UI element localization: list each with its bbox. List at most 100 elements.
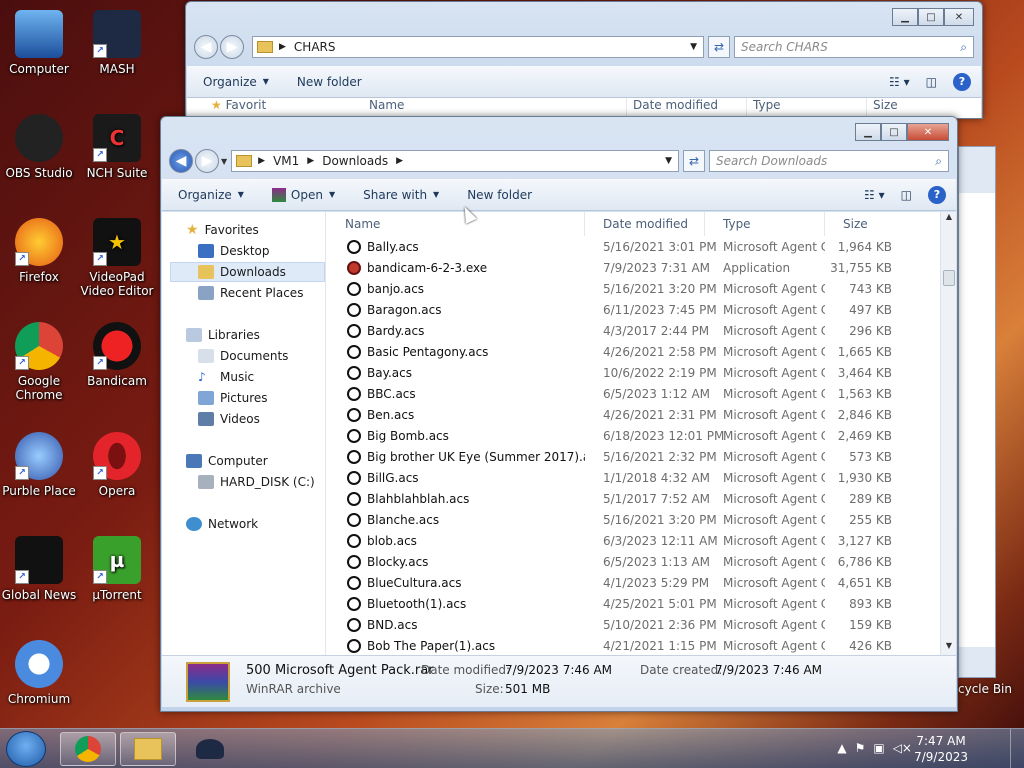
desktop-icon-mash[interactable]: ↗ MASH [78, 10, 156, 76]
action-center-icon[interactable]: ⚑ [855, 741, 866, 755]
minimize-button[interactable]: ▁ [855, 123, 881, 141]
window-chars[interactable]: ▁ □ ✕ ◀ ▶ ▶ CHARS ▼ ⇄ Search CHARS ⌕ Org… [185, 1, 983, 119]
desktop-icon-computer[interactable]: Computer [0, 10, 78, 76]
chevron-down-icon[interactable]: ▼ [665, 156, 672, 166]
help-icon[interactable]: ? [928, 185, 946, 204]
breadcrumb-chars[interactable]: CHARS [294, 40, 336, 54]
desktop-icon-utorrent[interactable]: µ ↗ µTorrent [78, 536, 156, 602]
file-row[interactable]: bandicam-6-2-3.exe 7/9/2023 7:31 AM Applic… [327, 257, 940, 278]
nav-computer[interactable]: Computer [186, 451, 268, 471]
search-input[interactable]: Search Downloads ⌕ [709, 150, 949, 172]
nav-pictures[interactable]: Pictures [198, 388, 268, 408]
minimize-button[interactable]: ▁ [892, 8, 918, 26]
new-folder-button[interactable]: New folder [297, 75, 362, 89]
forward-button[interactable]: ▶ [220, 35, 244, 59]
file-row[interactable]: Blanche.acs 5/16/2021 3:20 PM Microsoft Ag… [327, 509, 940, 530]
nav-documents[interactable]: Documents [198, 346, 288, 366]
col-name[interactable]: Name [353, 98, 627, 118]
file-row[interactable]: BND.acs 5/10/2021 2:36 PM Microsoft Agent … [327, 614, 940, 635]
col-type[interactable]: Type [747, 98, 867, 118]
desktop-icon-purble-place[interactable]: ↗ Purble Place [0, 432, 78, 498]
maximize-button[interactable]: □ [881, 123, 907, 141]
col-size[interactable]: Size [825, 212, 900, 236]
col-name[interactable]: Name [327, 212, 585, 236]
refresh-button[interactable]: ⇄ [683, 150, 705, 172]
back-button[interactable]: ◀ [194, 35, 218, 59]
file-row[interactable]: Big Bomb.acs 6/18/2023 12:01 PM Microsoft … [327, 425, 940, 446]
open-button[interactable]: Open ▼ [271, 187, 335, 202]
maximize-button[interactable]: □ [918, 8, 944, 26]
file-row[interactable]: Bally.acs 5/16/2021 3:01 PM Microsoft Agen… [327, 236, 940, 257]
file-row[interactable]: BillG.acs 1/1/2018 4:32 AM Microsoft Agent… [327, 467, 940, 488]
search-input[interactable]: Search CHARS ⌕ [734, 36, 974, 58]
nav-desktop[interactable]: Desktop [198, 241, 270, 261]
refresh-button[interactable]: ⇄ [708, 36, 730, 58]
view-options-icon[interactable]: ☷ ▾ [889, 75, 910, 89]
vertical-scrollbar[interactable]: ▲ ▼ [940, 212, 956, 655]
col-date[interactable]: Date modified [627, 98, 747, 118]
desktop-icon-videopad[interactable]: ★ ↗ VideoPad Video Editor [78, 218, 156, 298]
view-options-icon[interactable]: ☷ ▾ [864, 188, 885, 202]
nav-videos[interactable]: Videos [198, 409, 260, 429]
file-row[interactable]: Big brother UK Eye (Summer 2017).acs 5/16… [327, 446, 940, 467]
scroll-up-arrow-icon[interactable]: ▲ [941, 212, 956, 226]
clock[interactable]: 7:47 AM 7/9/2023 [914, 733, 968, 765]
nav-recent-places[interactable]: Recent Places [198, 283, 303, 303]
file-row[interactable]: BBC.acs 6/5/2023 1:12 AM Microsoft Agent C… [327, 383, 940, 404]
show-hidden-icons-icon[interactable]: ▲ [837, 741, 846, 755]
scroll-down-arrow-icon[interactable]: ▼ [941, 641, 956, 655]
volume-muted-icon[interactable]: ◁× [893, 741, 912, 755]
window-downloads[interactable]: ▁ □ ✕ ◀ ▶ ▼ ▶ VM1 ▶ Downloads ▶ ▼ ⇄ Sear… [160, 116, 958, 712]
file-row[interactable]: Bluetooth(1).acs 4/25/2021 5:01 PM Microso… [327, 593, 940, 614]
address-bar[interactable]: ▶ VM1 ▶ Downloads ▶ ▼ [231, 150, 679, 172]
taskbar-mash[interactable] [182, 732, 238, 766]
close-button[interactable]: ✕ [907, 123, 949, 141]
recent-pages-icon[interactable]: ▼ [221, 157, 227, 166]
desktop-icon-obs[interactable]: OBS Studio [0, 114, 78, 180]
preview-pane-icon[interactable]: ◫ [901, 188, 912, 202]
help-icon[interactable]: ? [953, 72, 971, 91]
desktop-icon-opera[interactable]: ↗ Opera [78, 432, 156, 498]
desktop-icon-global-news[interactable]: ↗ Global News [0, 536, 78, 602]
preview-pane-icon[interactable]: ◫ [926, 75, 937, 89]
file-row[interactable]: BlueCultura.acs 4/1/2023 5:29 PM Microsoft… [327, 572, 940, 593]
desktop-icon-nch[interactable]: C ↗ NCH Suite [78, 114, 156, 180]
nav-downloads[interactable]: Downloads [170, 262, 325, 282]
organize-button[interactable]: Organize ▼ [178, 188, 244, 202]
show-desktop-button[interactable] [1010, 729, 1024, 768]
breadcrumb-downloads[interactable]: Downloads [322, 154, 388, 168]
nav-hard-disk[interactable]: HARD_DISK (C:) [198, 472, 315, 492]
desktop-icon-chromium[interactable]: Chromium [0, 640, 78, 706]
scrollbar-thumb[interactable] [943, 270, 955, 286]
forward-button[interactable]: ▶ [195, 149, 219, 173]
desktop-icon-firefox[interactable]: ↗ Firefox [0, 218, 78, 284]
taskbar-explorer[interactable] [120, 732, 176, 766]
file-row[interactable]: Blahblahblah.acs 5/1/2017 7:52 AM Microsof… [327, 488, 940, 509]
close-button[interactable]: ✕ [944, 8, 974, 26]
desktop-icon-bandicam[interactable]: ↗ Bandicam [78, 322, 156, 388]
address-bar[interactable]: ▶ CHARS ▼ [252, 36, 704, 58]
new-folder-button[interactable]: New folder [467, 188, 532, 202]
breadcrumb-vm1[interactable]: VM1 [273, 154, 299, 168]
file-row[interactable]: blob.acs 6/3/2023 12:11 AM Microsoft Agent… [327, 530, 940, 551]
chevron-down-icon[interactable]: ▼ [690, 42, 697, 52]
file-row[interactable]: Blocky.acs 6/5/2023 1:13 AM Microsoft Agen… [327, 551, 940, 572]
nav-favorites[interactable]: ★ Favorites [186, 220, 259, 240]
recycle-bin-label[interactable]: cycle Bin [958, 682, 1012, 696]
file-row[interactable]: Bob The Paper(1).acs 4/21/2021 1:15 PM Mic… [327, 635, 940, 655]
nav-libraries[interactable]: Libraries [186, 325, 260, 345]
network-tray-icon[interactable]: ▣ [873, 741, 884, 755]
col-date[interactable]: Date modified [585, 212, 705, 236]
file-row[interactable]: Ben.acs 4/26/2021 2:31 PM Microsoft Agent … [327, 404, 940, 425]
file-row[interactable]: Bardy.acs 4/3/2017 2:44 PM Microsoft Agent… [327, 320, 940, 341]
col-type[interactable]: Type [705, 212, 825, 236]
file-row[interactable]: banjo.acs 5/16/2021 3:20 PM Microsoft Agen… [327, 278, 940, 299]
file-row[interactable]: Bay.acs 10/6/2022 2:19 PM Microsoft Agent … [327, 362, 940, 383]
organize-button[interactable]: Organize ▼ [203, 75, 269, 89]
file-row[interactable]: Basic Pentagony.acs 4/26/2021 2:58 PM Micr… [327, 341, 940, 362]
back-button[interactable]: ◀ [169, 149, 193, 173]
col-size[interactable]: Size [867, 98, 947, 118]
nav-network[interactable]: Network [186, 514, 258, 534]
taskbar-chrome[interactable] [60, 732, 116, 766]
start-button[interactable] [6, 731, 46, 767]
